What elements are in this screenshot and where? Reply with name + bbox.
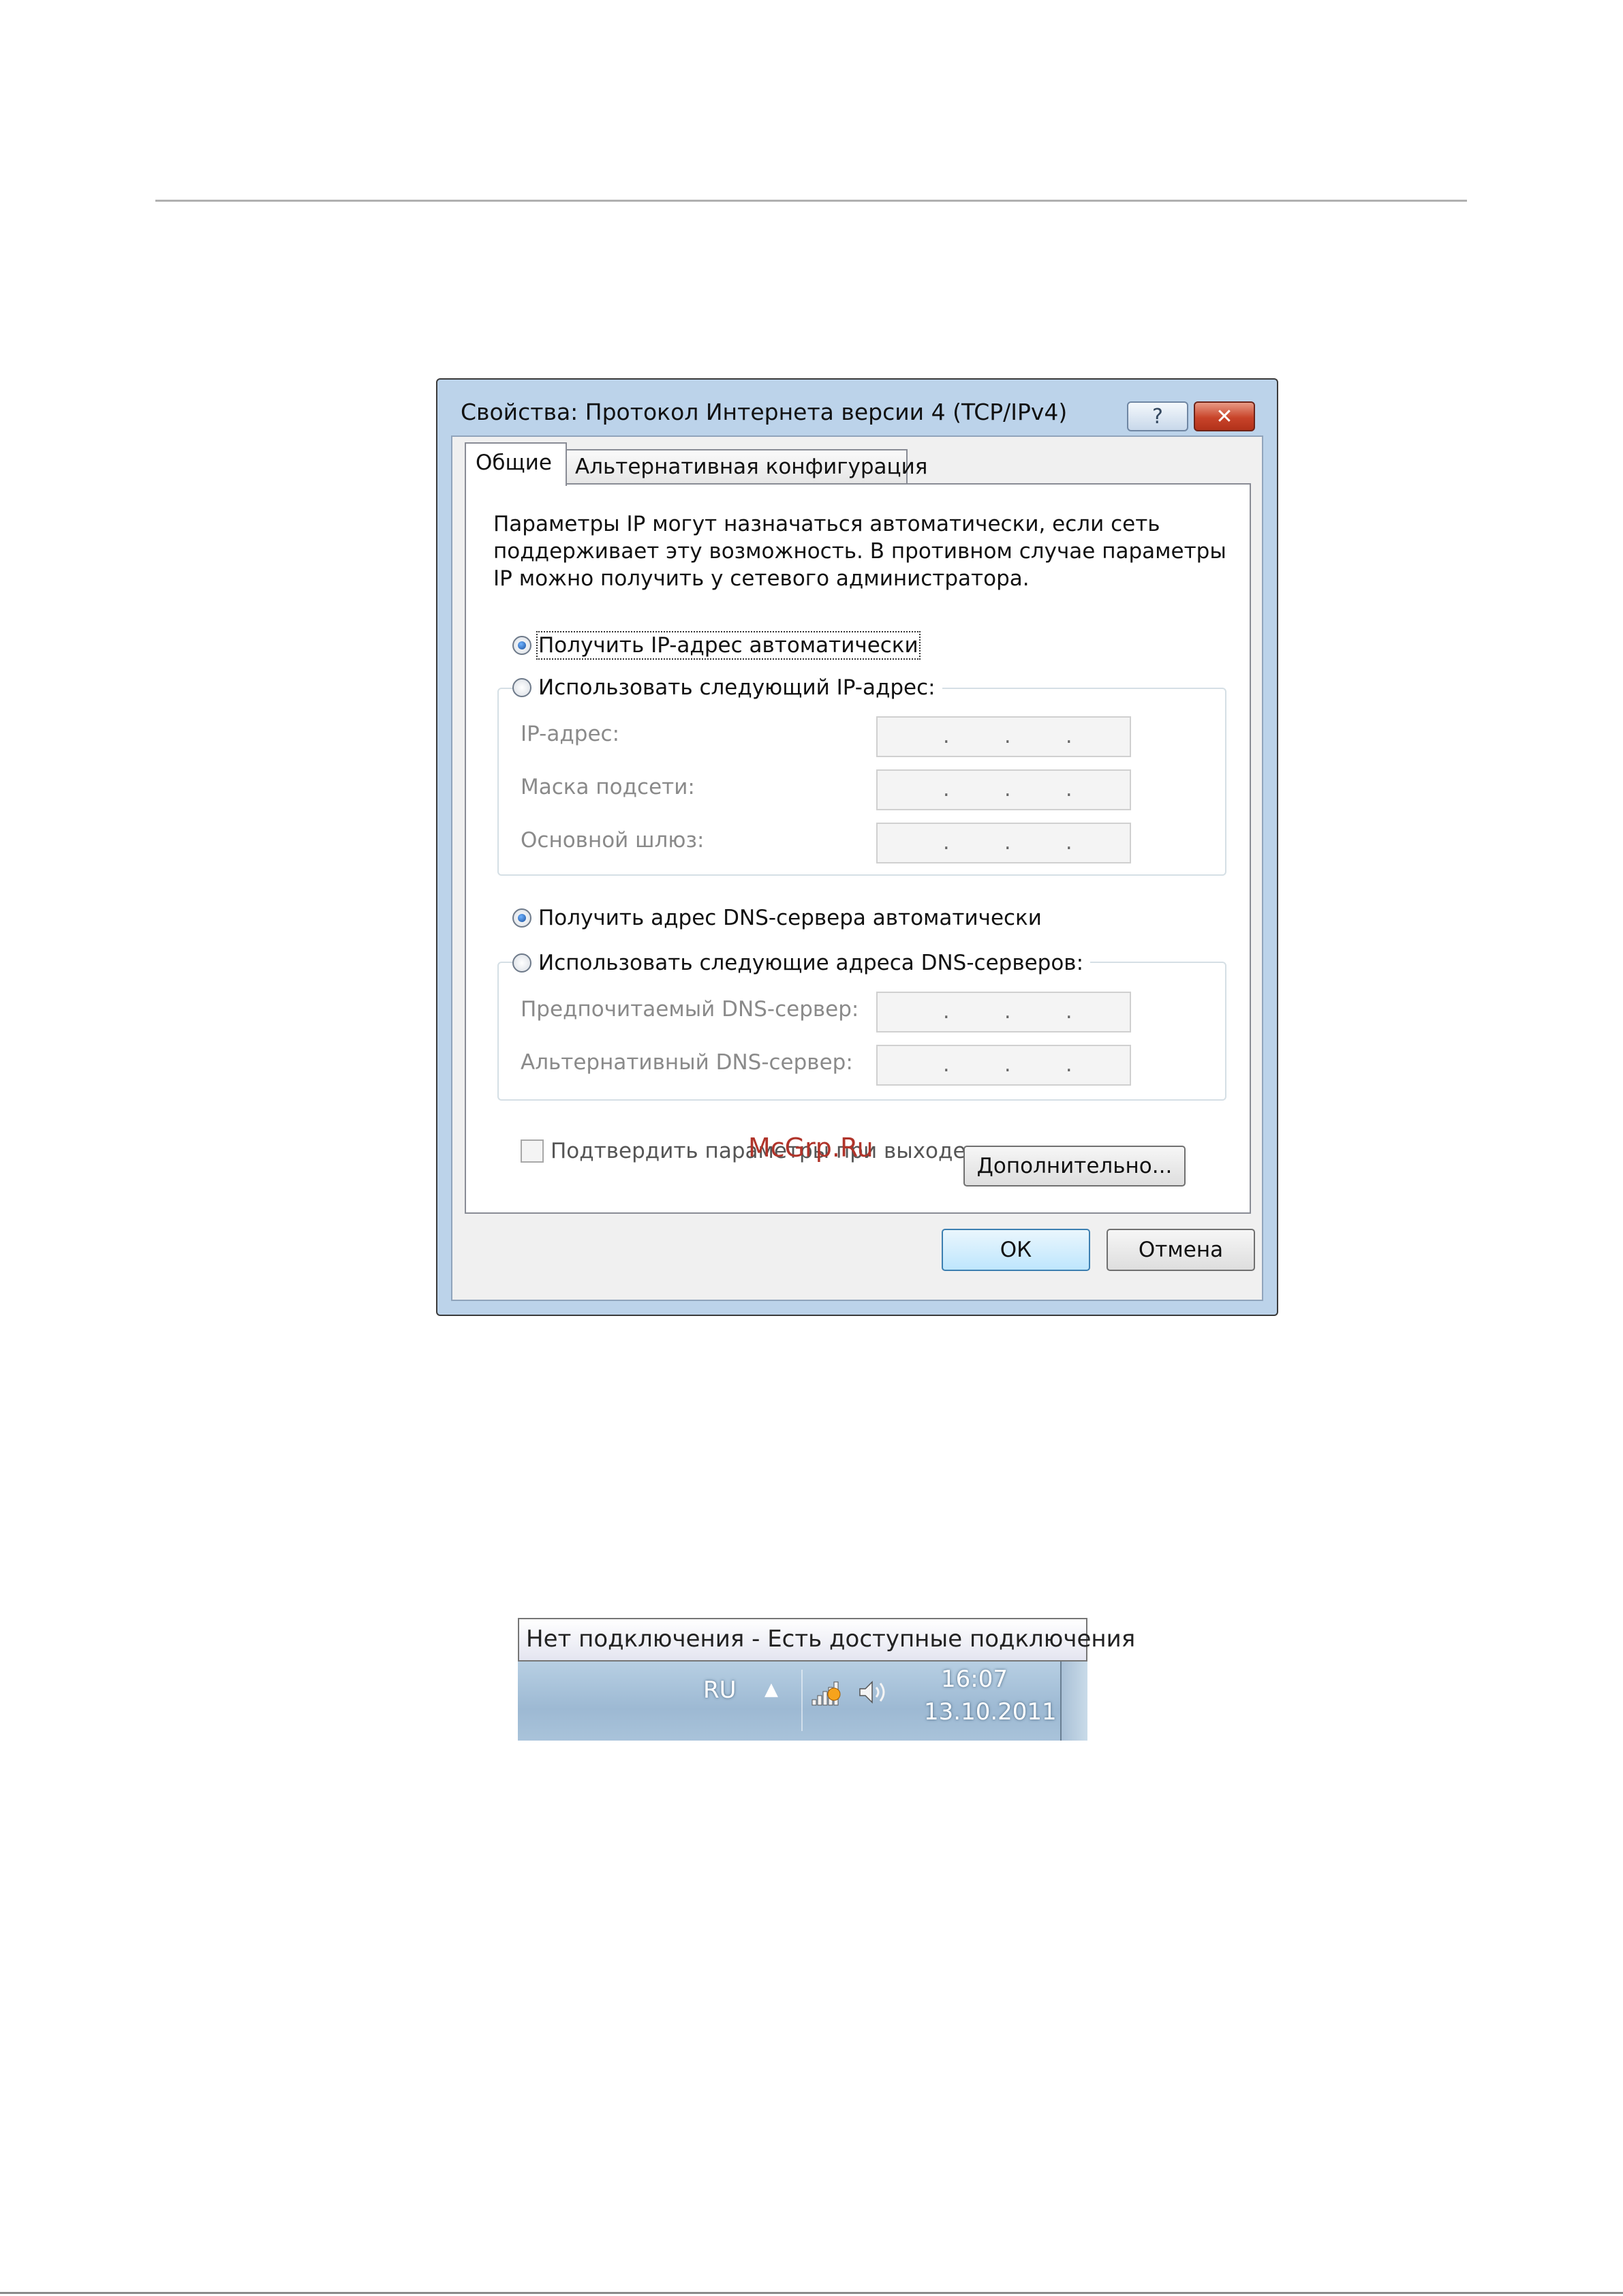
ip-manual-label: Использовать следующий IP-адрес: bbox=[538, 675, 936, 700]
cancel-button[interactable]: Отмена bbox=[1107, 1229, 1255, 1271]
general-tab-panel: Параметры IP могут назначаться автоматич… bbox=[465, 483, 1251, 1214]
intro-line: IP можно получить у сетевого администрат… bbox=[493, 566, 1030, 591]
tab-alternate-config[interactable]: Альтернативная конфигурация bbox=[564, 449, 927, 486]
speaker-icon[interactable] bbox=[856, 1677, 893, 1708]
ip-auto-label: Получить IP-адрес автоматически bbox=[536, 631, 921, 660]
alternate-dns-field[interactable]: ... bbox=[876, 1045, 1131, 1086]
taskbar-screenshot: Нет подключения - Есть доступные подключ… bbox=[518, 1618, 1135, 1741]
help-button[interactable]: ? bbox=[1127, 401, 1188, 431]
network-warning-icon[interactable] bbox=[809, 1677, 846, 1708]
alternate-dns-label: Альтернативный DNS-сервер: bbox=[521, 1050, 853, 1075]
close-icon: ✕ bbox=[1216, 404, 1233, 429]
advanced-button[interactable]: Дополнительно... bbox=[963, 1146, 1186, 1187]
top-divider bbox=[155, 200, 1467, 202]
show-hidden-icons-icon[interactable]: ▲ bbox=[764, 1679, 778, 1700]
ok-button[interactable]: ОК bbox=[942, 1229, 1090, 1271]
watermark: McGrp.Ru bbox=[748, 1133, 874, 1163]
confirm-on-exit-option[interactable]: Подтвердить параметры при выходе bbox=[521, 1139, 966, 1163]
tab-general[interactable]: Общие bbox=[465, 442, 567, 486]
clock-date[interactable]: 13.10.2011 bbox=[924, 1698, 1057, 1726]
network-tooltip: Нет подключения - Есть доступные подключ… bbox=[518, 1618, 1135, 1662]
dialog-titlebar[interactable]: Свойства: Протокол Интернета версии 4 (T… bbox=[437, 380, 1277, 435]
bottom-divider bbox=[0, 2292, 1623, 2294]
dialog-title: Свойства: Протокол Интернета версии 4 (T… bbox=[461, 399, 1068, 425]
dns-manual-label: Использовать следующие адреса DNS-сервер… bbox=[538, 951, 1084, 975]
close-button[interactable]: ✕ bbox=[1194, 401, 1255, 431]
preferred-dns-label: Предпочитаемый DNS-сервер: bbox=[521, 997, 859, 1022]
preferred-dns-field[interactable]: ... bbox=[876, 992, 1131, 1032]
confirm-on-exit-checkbox[interactable] bbox=[521, 1139, 544, 1163]
clock-time[interactable]: 16:07 bbox=[927, 1666, 1022, 1693]
tray-divider bbox=[801, 1670, 803, 1731]
subnet-mask-label: Маска подсети: bbox=[521, 775, 695, 799]
subnet-mask-field[interactable]: ... bbox=[876, 769, 1131, 810]
gateway-field[interactable]: ... bbox=[876, 823, 1131, 863]
dns-auto-radio[interactable] bbox=[512, 908, 531, 928]
help-icon: ? bbox=[1152, 404, 1163, 429]
ip-address-field[interactable]: ... bbox=[876, 716, 1131, 757]
ip-auto-option[interactable]: Получить IP-адрес автоматически bbox=[512, 631, 925, 660]
ipv4-properties-dialog: Свойства: Протокол Интернета версии 4 (T… bbox=[436, 378, 1278, 1316]
show-desktop-button[interactable] bbox=[1060, 1662, 1087, 1741]
language-indicator[interactable]: RU bbox=[703, 1677, 737, 1704]
dns-auto-option[interactable]: Получить адрес DNS-сервера автоматически bbox=[512, 906, 1049, 930]
ip-address-label: IP-адрес: bbox=[521, 722, 620, 746]
dns-manual-option[interactable]: Использовать следующие адреса DNS-сервер… bbox=[512, 951, 1091, 975]
ip-auto-radio[interactable] bbox=[512, 636, 531, 655]
notification-area: RU ▲ 16:07 13.10.2011 bbox=[518, 1662, 1087, 1741]
intro-line: Параметры IP могут назначаться автоматич… bbox=[493, 512, 1160, 536]
dialog-client-area: Общие Альтернативная конфигурация Параме… bbox=[451, 435, 1263, 1301]
dns-auto-label: Получить адрес DNS-сервера автоматически bbox=[538, 906, 1042, 930]
intro-text: Параметры IP могут назначаться автоматич… bbox=[493, 510, 1226, 592]
ip-manual-radio[interactable] bbox=[512, 678, 531, 697]
dns-manual-radio[interactable] bbox=[512, 953, 531, 973]
intro-line: поддерживает эту возможность. В противно… bbox=[493, 539, 1226, 564]
ip-manual-option[interactable]: Использовать следующий IP-адрес: bbox=[512, 675, 942, 700]
gateway-label: Основной шлюз: bbox=[521, 828, 705, 853]
